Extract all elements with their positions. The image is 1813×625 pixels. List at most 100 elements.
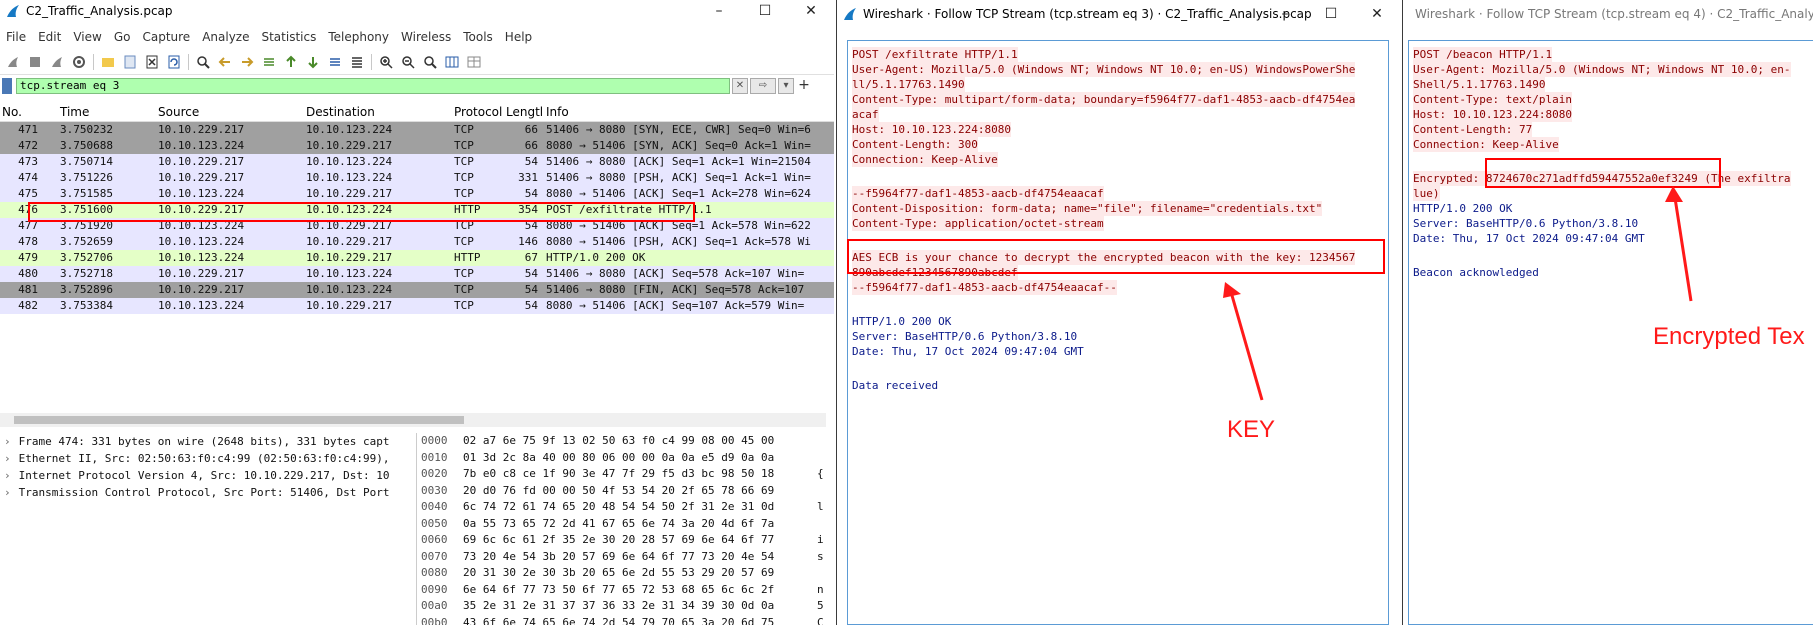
hex-row[interactable]: 0030 20 d0 76 fd 00 00 50 4f 53 54 20 2f … <box>417 483 834 500</box>
menu-analyze[interactable]: Analyze <box>196 28 255 46</box>
packet-row[interactable]: 482 3.753384 10.10.123.224 10.10.229.217 TCP… <box>0 298 834 314</box>
packet-cell-src: 10.10.123.224 <box>158 251 245 264</box>
resize-columns-icon[interactable] <box>443 53 461 71</box>
detail-tree-item[interactable]: › Ethernet II, Src: 02:50:63:f0:c4:99 (02… <box>0 450 412 467</box>
detail-tree-item[interactable]: › Internet Protocol Version 4, Src: 10.10… <box>0 467 412 484</box>
save-file-icon[interactable] <box>121 53 139 71</box>
first-packet-icon[interactable] <box>282 53 300 71</box>
menu-go[interactable]: Go <box>108 28 137 46</box>
filter-dropdown-icon[interactable]: ▾ <box>778 78 794 94</box>
packet-cell-dst: 10.10.123.224 <box>306 155 393 168</box>
hex-row[interactable]: 0050 0a 55 73 65 72 2d 41 67 65 6e 74 3a … <box>417 516 834 533</box>
packet-row[interactable]: 471 3.750232 10.10.229.217 10.10.123.224 TCP… <box>0 122 834 138</box>
stream-line: Content-Type: application/octet-stream <box>852 216 1104 231</box>
hex-row[interactable]: 0090 6e 64 6f 77 73 50 6f 77 65 72 53 68 … <box>417 582 834 599</box>
col-header-source[interactable]: Source <box>156 103 304 121</box>
clear-filter-icon[interactable]: ✕ <box>732 78 748 94</box>
colorize-icon[interactable] <box>348 53 366 71</box>
annotation-arrow-key <box>1223 282 1264 401</box>
go-forward-icon[interactable] <box>238 53 256 71</box>
minimize-button[interactable]: – <box>696 0 742 22</box>
col-header-info[interactable]: Info <box>542 103 834 121</box>
display-filter-input[interactable]: tcp.stream eq 3 <box>16 78 730 94</box>
auto-scroll-icon[interactable] <box>326 53 344 71</box>
apply-filter-icon[interactable]: ⇨ <box>750 78 776 94</box>
col-header-destination[interactable]: Destination <box>304 103 452 121</box>
menu-telephony[interactable]: Telephony <box>322 28 395 46</box>
menu-view[interactable]: View <box>67 28 107 46</box>
find-packet-icon[interactable] <box>194 53 212 71</box>
hex-row[interactable]: 0080 20 31 30 2e 30 3b 20 65 6e 2d 55 53 … <box>417 565 834 582</box>
close-file-icon[interactable] <box>143 53 161 71</box>
hex-row[interactable]: 0000 02 a7 6e 75 9f 13 02 50 63 f0 c4 99 … <box>417 433 834 450</box>
maximize-button[interactable]: ☐ <box>742 0 788 22</box>
packet-cell-info: 51406 → 8080 [ACK] Seq=578 Ack=107 Win= <box>546 267 805 280</box>
menu-file[interactable]: File <box>0 28 32 46</box>
hex-row[interactable]: 0040 6c 74 72 61 74 65 20 48 54 54 50 2f … <box>417 499 834 516</box>
chevron-right-icon[interactable]: › <box>4 486 11 499</box>
packet-bytes-pane: 0000 02 a7 6e 75 9f 13 02 50 63 f0 c4 99 … <box>416 433 834 625</box>
packet-row[interactable]: 475 3.751585 10.10.123.224 10.10.229.217 TCP… <box>0 186 834 202</box>
col-header-protocol[interactable]: Protocol <box>452 103 504 121</box>
main-window: C2_Traffic_Analysis.pcap – ☐ ✕ File Edit… <box>0 0 834 625</box>
packet-row[interactable]: 472 3.750688 10.10.123.224 10.10.229.217 TCP… <box>0 138 834 154</box>
packet-row[interactable]: 481 3.752896 10.10.229.217 10.10.123.224 TCP… <box>0 282 834 298</box>
packet-cell-proto: HTTP <box>454 251 481 264</box>
start-capture-icon[interactable] <box>4 53 22 71</box>
zoom-out-icon[interactable] <box>399 53 417 71</box>
menu-statistics[interactable]: Statistics <box>255 28 322 46</box>
menu-help[interactable]: Help <box>499 28 538 46</box>
stream-line: User-Agent: Mozilla/5.0 (Windows NT; Win… <box>852 62 1356 77</box>
hex-row[interactable]: 0070 73 20 4e 54 3b 20 57 69 6e 64 6f 77 … <box>417 549 834 566</box>
hex-asc: C <box>817 615 824 625</box>
menu-capture[interactable]: Capture <box>136 28 196 46</box>
menu-wireless[interactable]: Wireless <box>395 28 457 46</box>
stop-capture-icon[interactable] <box>26 53 44 71</box>
add-filter-button-icon[interactable]: + <box>796 78 812 94</box>
open-file-icon[interactable] <box>99 53 117 71</box>
go-to-packet-icon[interactable] <box>260 53 278 71</box>
layout-icon[interactable] <box>465 53 483 71</box>
zoom-in-icon[interactable] <box>377 53 395 71</box>
packet-cell-time: 3.750232 <box>60 123 113 136</box>
close-button[interactable]: ✕ <box>1354 3 1400 25</box>
stream-3-titlebar: Wireshark · Follow TCP Stream (tcp.strea… <box>837 0 1400 28</box>
menu-tools[interactable]: Tools <box>457 28 499 46</box>
last-packet-icon[interactable] <box>304 53 322 71</box>
menu-edit[interactable]: Edit <box>32 28 67 46</box>
packet-cell-src: 10.10.123.224 <box>158 187 245 200</box>
hex-row[interactable]: 0020 7b e0 c8 ce 1f 90 3e 47 7f 29 f5 d3 … <box>417 466 834 483</box>
hex-row[interactable]: 0010 01 3d 2c 8a 40 00 80 06 00 00 0a 0a … <box>417 450 834 467</box>
packet-row[interactable]: 479 3.752706 10.10.123.224 10.10.229.217 HTT… <box>0 250 834 266</box>
hex-off: 0090 <box>421 582 448 596</box>
hex-row[interactable]: 0060 69 6c 6c 61 2f 35 2e 30 20 28 57 69 … <box>417 532 834 549</box>
close-button[interactable]: ✕ <box>788 0 834 22</box>
go-back-icon[interactable] <box>216 53 234 71</box>
maximize-button[interactable]: ☐ <box>1308 3 1354 25</box>
chevron-right-icon[interactable]: › <box>4 469 11 482</box>
reload-file-icon[interactable] <box>165 53 183 71</box>
packet-row[interactable]: 480 3.752718 10.10.229.217 10.10.123.224 TCP… <box>0 266 834 282</box>
restart-capture-icon[interactable] <box>48 53 66 71</box>
detail-tree-item[interactable]: › Frame 474: 331 bytes on wire (2648 bits… <box>0 433 412 450</box>
packet-row[interactable]: 474 3.751226 10.10.229.217 10.10.123.224 TCP… <box>0 170 834 186</box>
bookmark-icon[interactable] <box>2 78 12 94</box>
minimize-button[interactable]: – <box>1262 3 1308 25</box>
col-header-no[interactable]: No. <box>0 103 58 121</box>
hex-row[interactable]: 00b0 43 6f 6e 74 65 6e 74 2d 54 79 70 65 … <box>417 615 834 625</box>
chevron-right-icon[interactable]: › <box>4 452 11 465</box>
stream-3-content[interactable]: POST /exfiltrate HTTP/1.1 User-Agent: Moz… <box>847 40 1389 625</box>
packet-cell-no: 475 <box>18 187 38 200</box>
packet-row[interactable]: 473 3.750714 10.10.229.217 10.10.123.224 TCP… <box>0 154 834 170</box>
normal-size-icon[interactable] <box>421 53 439 71</box>
capture-options-icon[interactable] <box>70 53 88 71</box>
col-header-time[interactable]: Time <box>58 103 156 121</box>
chevron-right-icon[interactable]: › <box>4 435 11 448</box>
detail-tree-item[interactable]: › Transmission Control Protocol, Src Port… <box>0 484 412 501</box>
hex-off: 00a0 <box>421 599 448 612</box>
col-header-length[interactable]: Lengtl <box>504 103 542 121</box>
packet-row[interactable]: 478 3.752659 10.10.123.224 10.10.229.217 TCP… <box>0 234 834 250</box>
stream-line: HTTP/1.0 200 OK <box>852 315 952 328</box>
packet-list-scrollbar[interactable] <box>0 413 826 427</box>
hex-row[interactable]: 00a0 35 2e 31 2e 31 37 37 36 33 2e 31 34 … <box>417 598 834 615</box>
